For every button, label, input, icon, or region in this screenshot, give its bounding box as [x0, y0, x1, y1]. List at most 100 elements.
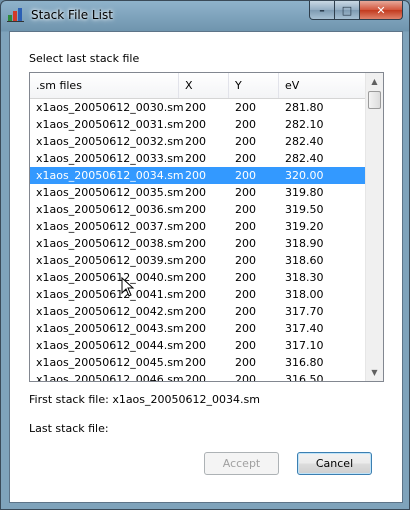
- list-header: .sm files X Y eV: [30, 73, 366, 99]
- window-title: Stack File List: [31, 8, 113, 22]
- cancel-button[interactable]: Cancel: [297, 452, 372, 475]
- cell-y: 200: [235, 203, 256, 216]
- app-icon: [7, 8, 24, 22]
- cell-ev: 282.40: [285, 152, 324, 165]
- table-row[interactable]: x1aos_20050612_0031.sm 200 200 282.10: [30, 116, 366, 133]
- table-row[interactable]: x1aos_20050612_0045.sm 200 200 316.80: [30, 354, 366, 371]
- table-row[interactable]: x1aos_20050612_0043.sm 200 200 317.40: [30, 320, 366, 337]
- cell-file: x1aos_20050612_0036.sm: [36, 203, 184, 216]
- table-row[interactable]: x1aos_20050612_0041.sm 200 200 318.00: [30, 286, 366, 303]
- cell-file: x1aos_20050612_0030.sm: [36, 101, 184, 114]
- cell-x: 200: [185, 220, 206, 233]
- cell-ev: 317.10: [285, 339, 324, 352]
- stack-file-listview[interactable]: .sm files X Y eV x1aos_20050612_0030.sm 2…: [29, 72, 384, 382]
- cell-x: 200: [185, 356, 206, 369]
- accept-button[interactable]: Accept: [204, 452, 279, 475]
- cell-file: x1aos_20050612_0044.sm: [36, 339, 184, 352]
- cell-ev: 318.30: [285, 271, 324, 284]
- cell-x: 200: [185, 203, 206, 216]
- cell-file: x1aos_20050612_0034.sm: [36, 169, 184, 182]
- cell-x: 200: [185, 271, 206, 284]
- last-stack-label: Last stack file:: [29, 422, 109, 435]
- table-row[interactable]: x1aos_20050612_0033.sm 200 200 282.40: [30, 150, 366, 167]
- table-row[interactable]: x1aos_20050612_0037.sm 200 200 319.20: [30, 218, 366, 235]
- cell-ev: 316.50: [285, 373, 324, 381]
- mouse-pointer-icon: [121, 277, 135, 297]
- cell-ev: 318.60: [285, 254, 324, 267]
- scroll-down-icon[interactable]: ▼: [366, 364, 383, 381]
- first-stack-info: First stack file: x1aos_20050612_0034.sm: [29, 393, 260, 406]
- first-stack-value: x1aos_20050612_0034.sm: [112, 393, 260, 406]
- cell-ev: 317.40: [285, 322, 324, 335]
- cell-y: 200: [235, 339, 256, 352]
- cell-ev: 319.80: [285, 186, 324, 199]
- select-prompt: Select last stack file: [29, 52, 140, 65]
- cell-file: x1aos_20050612_0033.sm: [36, 152, 184, 165]
- table-row[interactable]: x1aos_20050612_0042.sm 200 200 317.70: [30, 303, 366, 320]
- scroll-up-icon[interactable]: ▲: [366, 73, 383, 90]
- close-icon: ✕: [376, 3, 386, 17]
- vertical-scrollbar[interactable]: ▲ ▼: [365, 73, 383, 381]
- window-controls: – □ ✕: [309, 1, 403, 21]
- table-row[interactable]: x1aos_20050612_0039.sm 200 200 318.60: [30, 252, 366, 269]
- cell-ev: 316.80: [285, 356, 324, 369]
- cell-y: 200: [235, 237, 256, 250]
- minimize-icon: –: [319, 3, 325, 17]
- table-row[interactable]: x1aos_20050612_0030.sm 200 200 281.80: [30, 99, 366, 116]
- cell-y: 200: [235, 101, 256, 114]
- cell-ev: 317.70: [285, 305, 324, 318]
- cell-x: 200: [185, 288, 206, 301]
- maximize-icon: □: [341, 3, 353, 17]
- table-row-selected[interactable]: x1aos_20050612_0034.sm 200 200 320.00: [30, 167, 366, 184]
- cell-y: 200: [235, 356, 256, 369]
- cell-file: x1aos_20050612_0037.sm: [36, 220, 184, 233]
- cell-file: x1aos_20050612_0035.sm: [36, 186, 184, 199]
- cell-ev: 319.20: [285, 220, 324, 233]
- cell-file: x1aos_20050612_0041.sm: [36, 288, 184, 301]
- cell-x: 200: [185, 254, 206, 267]
- cell-x: 200: [185, 339, 206, 352]
- cell-y: 200: [235, 254, 256, 267]
- cell-y: 200: [235, 373, 256, 381]
- table-row[interactable]: x1aos_20050612_0038.sm 200 200 318.90: [30, 235, 366, 252]
- table-row[interactable]: x1aos_20050612_0046.sm 200 200 316.50: [30, 371, 366, 381]
- cell-ev: 281.80: [285, 101, 324, 114]
- list-rows: x1aos_20050612_0030.sm 200 200 281.80 x1aos…: [30, 99, 366, 381]
- cell-y: 200: [235, 220, 256, 233]
- table-row[interactable]: x1aos_20050612_0035.sm 200 200 319.80: [30, 184, 366, 201]
- cell-y: 200: [235, 322, 256, 335]
- cell-x: 200: [185, 186, 206, 199]
- scroll-thumb[interactable]: [368, 91, 381, 109]
- cell-ev: 318.00: [285, 288, 324, 301]
- cell-file: x1aos_20050612_0046.sm: [36, 373, 184, 381]
- cell-x: 200: [185, 118, 206, 131]
- cell-y: 200: [235, 152, 256, 165]
- column-header-y[interactable]: Y: [229, 73, 279, 98]
- cell-x: 200: [185, 237, 206, 250]
- table-row[interactable]: x1aos_20050612_0036.sm 200 200 319.50: [30, 201, 366, 218]
- cell-file: x1aos_20050612_0038.sm: [36, 237, 184, 250]
- table-row[interactable]: x1aos_20050612_0040.sm 200 200 318.30: [30, 269, 366, 286]
- cell-ev: 282.40: [285, 135, 324, 148]
- cell-x: 200: [185, 322, 206, 335]
- cell-ev: 320.00: [285, 169, 324, 182]
- cell-x: 200: [185, 135, 206, 148]
- cell-file: x1aos_20050612_0045.sm: [36, 356, 184, 369]
- stack-file-list-window: Stack File List – □ ✕ Select last stack …: [0, 0, 410, 510]
- cell-ev: 282.10: [285, 118, 324, 131]
- column-header-files[interactable]: .sm files: [30, 73, 179, 98]
- cell-y: 200: [235, 271, 256, 284]
- close-button[interactable]: ✕: [360, 1, 403, 20]
- title-bar[interactable]: Stack File List – □ ✕: [1, 1, 409, 29]
- column-header-ev[interactable]: eV: [279, 73, 366, 98]
- minimize-button[interactable]: –: [309, 1, 335, 20]
- cell-x: 200: [185, 305, 206, 318]
- cell-x: 200: [185, 152, 206, 165]
- cell-y: 200: [235, 305, 256, 318]
- maximize-button[interactable]: □: [335, 1, 360, 20]
- table-row[interactable]: x1aos_20050612_0044.sm 200 200 317.10: [30, 337, 366, 354]
- cell-x: 200: [185, 169, 206, 182]
- cell-ev: 318.90: [285, 237, 324, 250]
- column-header-x[interactable]: X: [179, 73, 229, 98]
- table-row[interactable]: x1aos_20050612_0032.sm 200 200 282.40: [30, 133, 366, 150]
